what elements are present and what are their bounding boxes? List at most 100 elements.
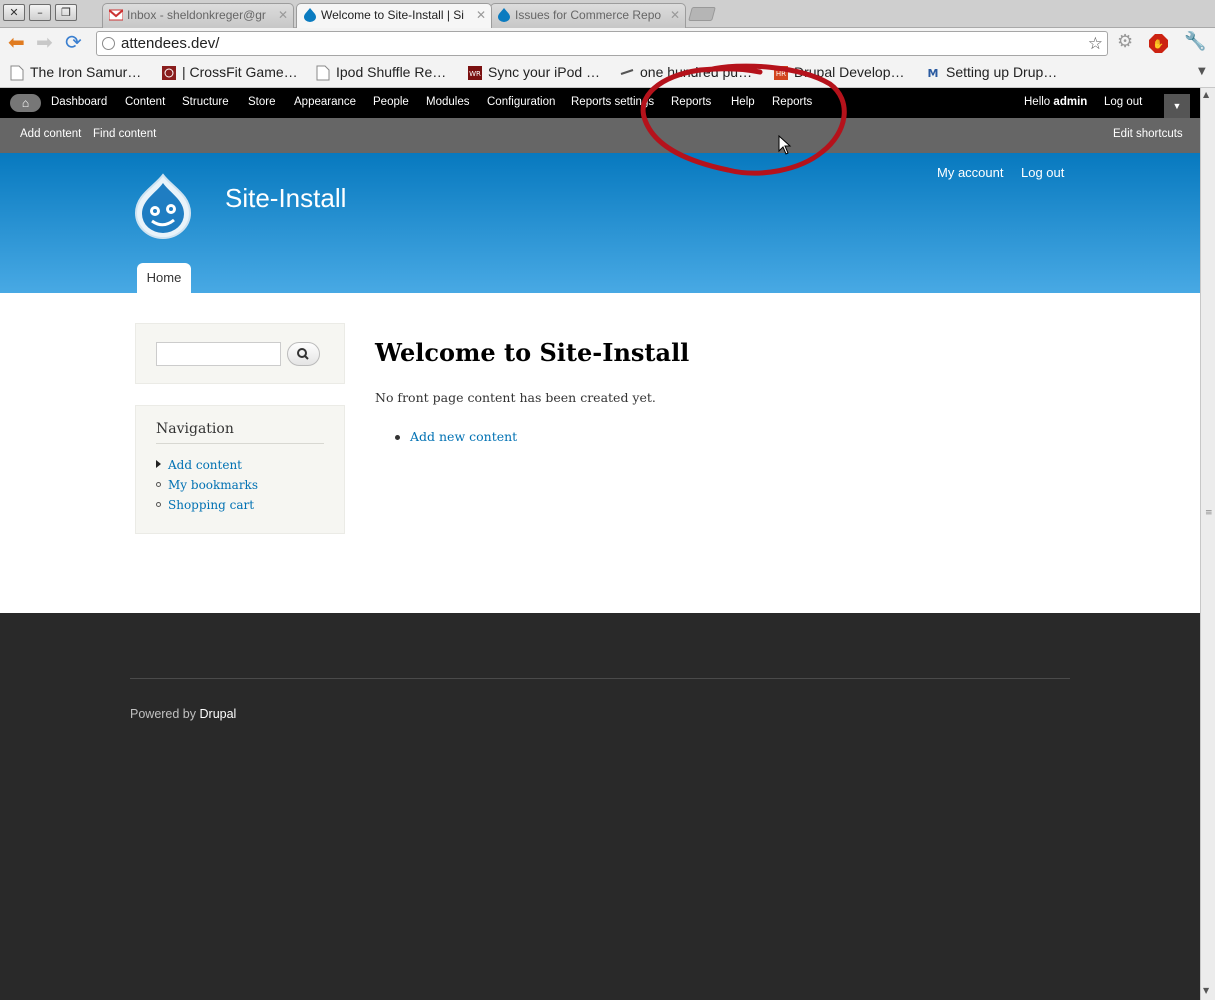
navigation-title: Navigation: [156, 421, 324, 444]
extension-gear-icon[interactable]: ⚙: [1117, 32, 1133, 52]
list-bullet: [395, 435, 400, 440]
admin-menu-configuration[interactable]: Configuration: [487, 96, 555, 108]
shortcut-drawer-toggle-icon[interactable]: ▼: [1164, 94, 1190, 118]
tab-title: Issues for Commerce Repo: [515, 8, 662, 22]
page-icon: [10, 65, 24, 81]
address-bar[interactable]: attendees.dev/ ☆: [96, 31, 1108, 56]
window-minimize-icon[interactable]: –: [29, 4, 51, 21]
nav-item-add-content[interactable]: Add content: [156, 458, 242, 472]
admin-menu-structure[interactable]: Structure: [182, 96, 229, 108]
admin-menu-help[interactable]: Help: [731, 96, 755, 108]
admin-toolbar: ⌂ Dashboard Content Structure Store Appe…: [0, 88, 1200, 118]
drupal-logo-icon[interactable]: [132, 173, 194, 239]
powered-by-text: Powered by: [130, 707, 197, 721]
shortcut-add-content[interactable]: Add content: [20, 128, 81, 140]
page-text: No front page content has been created y…: [375, 390, 656, 405]
wrench-icon[interactable]: 🔧: [1184, 32, 1206, 52]
bookmark-item[interactable]: | CrossFit Game…: [162, 64, 298, 80]
admin-username[interactable]: admin: [1053, 96, 1087, 108]
bookmark-item[interactable]: one hundred pu…: [620, 64, 752, 80]
admin-menu-content[interactable]: Content: [125, 96, 165, 108]
bookmark-item[interactable]: The Iron Samur…: [10, 64, 142, 81]
scroll-down-arrow-icon[interactable]: ▼: [1203, 986, 1209, 995]
admin-menu-reports-duplicate[interactable]: Reports: [772, 96, 812, 108]
admin-menu-store[interactable]: Store: [248, 96, 276, 108]
wr-icon: WR: [468, 66, 482, 80]
bookmarks-overflow-icon[interactable]: ▼: [1198, 66, 1206, 77]
nav-item-label: My bookmarks: [168, 478, 258, 492]
tab-home[interactable]: Home: [137, 263, 191, 293]
reload-icon[interactable]: ⟳: [65, 32, 82, 52]
admin-home-icon[interactable]: ⌂: [10, 94, 41, 112]
svg-text:M: M: [928, 67, 939, 80]
gmail-icon: [109, 9, 123, 21]
page-scrollbar[interactable]: ▲ ≡ ▼: [1200, 88, 1215, 1000]
forward-arrow-icon[interactable]: ➡: [36, 32, 53, 52]
admin-menu-modules[interactable]: Modules: [426, 96, 469, 108]
tab-title: Welcome to Site-Install | Si: [321, 8, 464, 22]
shortcut-find-content[interactable]: Find content: [93, 128, 156, 140]
window-restore-icon[interactable]: ❐: [55, 4, 77, 21]
bookmark-star-icon[interactable]: ☆: [1088, 32, 1103, 55]
search-block: [135, 323, 345, 384]
admin-menu-reports[interactable]: Reports: [671, 96, 711, 108]
bookmark-label: Sync your iPod …: [488, 64, 601, 80]
bookmark-label: Drupal Develop…: [794, 64, 905, 80]
bookmark-item[interactable]: HR Drupal Develop…: [774, 64, 905, 80]
browser-toolbar: ⬅ ➡ ⟳ attendees.dev/ ☆ ⚙ ✋ 🔧: [0, 28, 1215, 58]
search-button[interactable]: [287, 342, 320, 366]
globe-icon: [102, 37, 115, 50]
scroll-up-arrow-icon[interactable]: ▲: [1203, 90, 1209, 99]
powered-by: Powered by Drupal: [130, 707, 236, 721]
site-name[interactable]: Site-Install: [225, 183, 346, 214]
site-footer: Powered by Drupal: [0, 613, 1200, 1000]
bookmark-label: one hundred pu…: [640, 64, 753, 80]
bookmark-label: The Iron Samur…: [30, 64, 142, 80]
tab-close-icon[interactable]: ✕: [476, 4, 486, 26]
expanded-triangle-icon: [156, 460, 161, 468]
crossfit-icon: [162, 66, 176, 80]
admin-logout-link[interactable]: Log out: [1104, 96, 1142, 108]
bookmark-item[interactable]: WR Sync your iPod …: [468, 64, 600, 80]
browser-tab-strip: ✕ – ❐ Inbox - sheldonkreger@gr ✕ Issues …: [0, 0, 1215, 29]
my-account-link[interactable]: My account: [937, 165, 1003, 180]
back-arrow-icon[interactable]: ⬅: [8, 32, 25, 52]
browser-tab-issues[interactable]: Issues for Commerce Repo ✕: [490, 3, 686, 28]
svg-text:HR: HR: [776, 70, 786, 78]
adblock-stop-icon[interactable]: ✋: [1149, 34, 1168, 53]
tab-title: Inbox - sheldonkreger@gr: [127, 8, 266, 22]
m-icon: M: [928, 67, 939, 80]
nav-item-label: Add content: [168, 458, 242, 472]
bookmark-label: Ipod Shuffle Re…: [336, 64, 447, 80]
drupal-drop-icon: [498, 8, 510, 22]
tab-close-icon[interactable]: ✕: [670, 4, 680, 26]
page-title: Welcome to Site-Install: [375, 338, 690, 367]
hr-icon: HR: [774, 66, 788, 80]
admin-menu-people[interactable]: People: [373, 96, 409, 108]
address-url: attendees.dev/: [121, 35, 220, 52]
nav-item-label: Shopping cart: [168, 498, 255, 512]
bookmarks-bar: The Iron Samur… | CrossFit Game… Ipod Sh…: [0, 58, 1215, 88]
admin-menu-appearance[interactable]: Appearance: [294, 96, 356, 108]
admin-menu-reports-settings[interactable]: Reports settings: [571, 96, 654, 108]
tab-close-icon[interactable]: ✕: [278, 4, 288, 26]
browser-tab-site-install[interactable]: Welcome to Site-Install | Si ✕: [296, 3, 492, 29]
bookmark-item[interactable]: M Setting up Drup…: [926, 64, 1058, 80]
header-logout-link[interactable]: Log out: [1021, 165, 1064, 180]
new-tab-button[interactable]: [688, 7, 716, 21]
site-header: Site-Install My account Log out Home: [0, 153, 1200, 293]
footer-divider: [130, 678, 1070, 679]
edit-shortcuts-link[interactable]: Edit shortcuts: [1113, 128, 1183, 140]
nav-item-shopping-cart[interactable]: Shopping cart: [156, 498, 255, 512]
search-input[interactable]: [156, 342, 281, 366]
bookmark-item[interactable]: Ipod Shuffle Re…: [316, 64, 447, 81]
admin-menu-dashboard[interactable]: Dashboard: [51, 96, 107, 108]
window-close-icon[interactable]: ✕: [3, 4, 25, 21]
browser-tab-gmail[interactable]: Inbox - sheldonkreger@gr ✕: [102, 3, 294, 28]
admin-greeting: Hello admin: [1024, 96, 1087, 108]
drupal-link[interactable]: Drupal: [200, 707, 237, 721]
scroll-grip-icon[interactable]: ≡: [1205, 508, 1213, 518]
nav-item-my-bookmarks[interactable]: My bookmarks: [156, 478, 258, 492]
add-new-content-link[interactable]: Add new content: [410, 429, 517, 444]
bookmark-label: Setting up Drup…: [946, 64, 1058, 80]
